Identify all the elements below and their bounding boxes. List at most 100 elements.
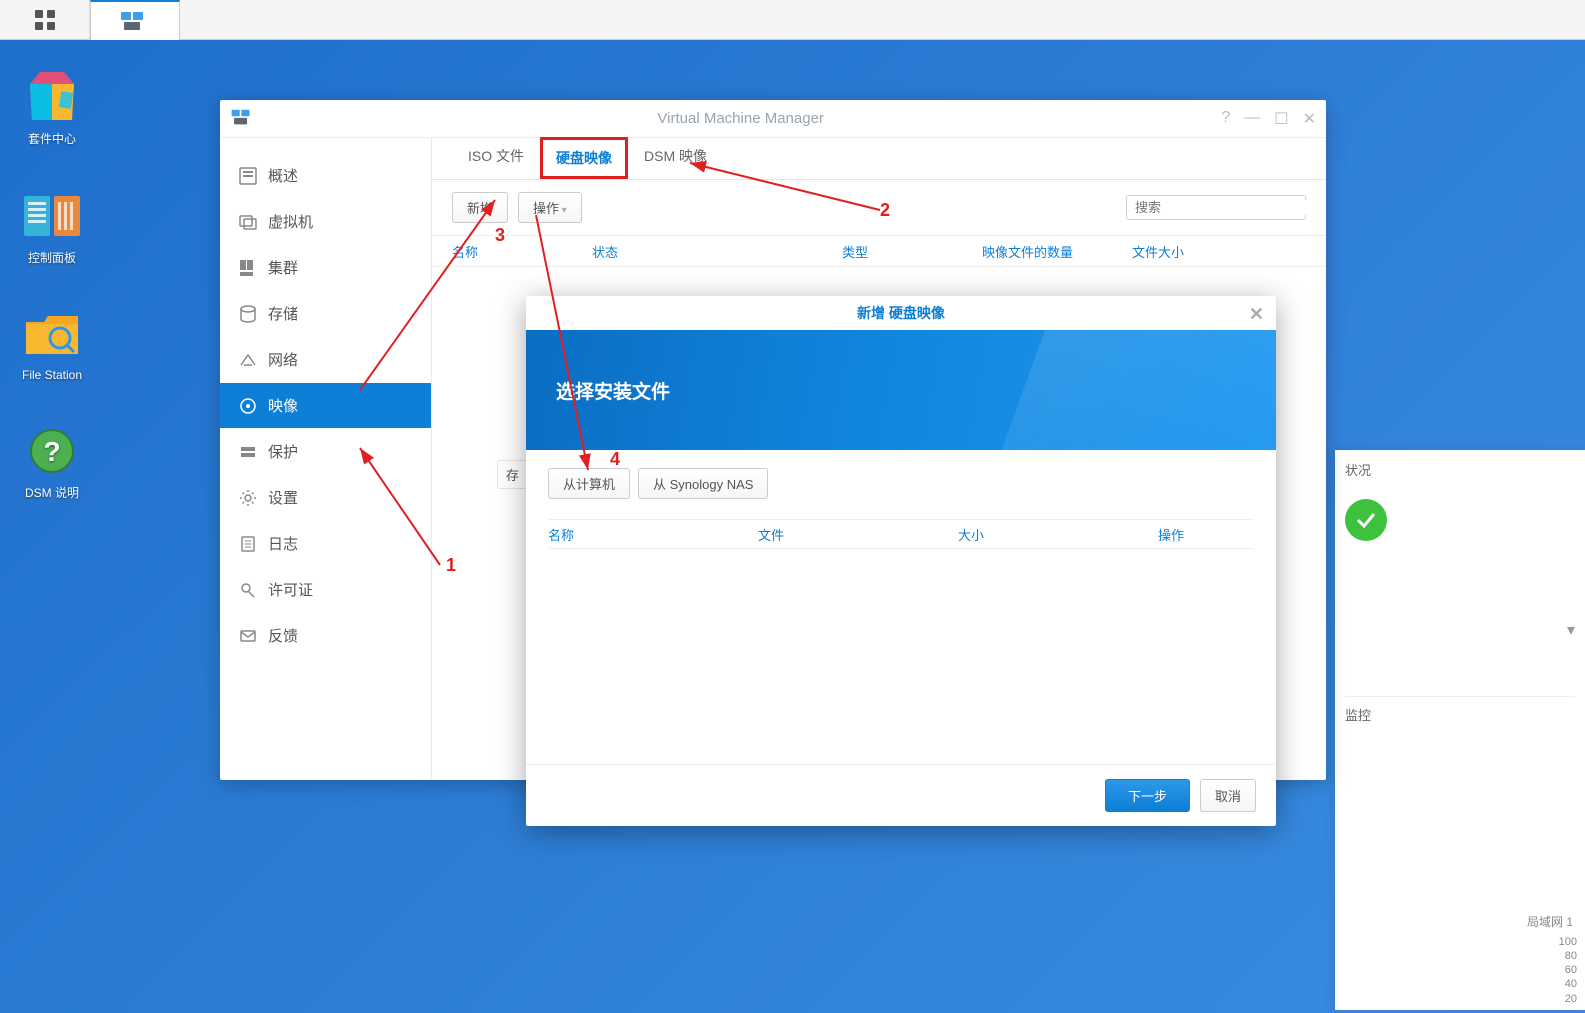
sidebar-item-image[interactable]: 映像 xyxy=(220,383,431,428)
add-disk-image-modal: 新增 硬盘映像 ✕ 选择安装文件 从计算机 从 Synology NAS 名称 … xyxy=(526,296,1276,826)
cancel-button[interactable]: 取消 xyxy=(1200,779,1256,812)
window-header: Virtual Machine Manager ? — ☐ ✕ xyxy=(220,100,1326,138)
from-computer-button[interactable]: 从计算机 xyxy=(548,468,630,499)
tab-iso[interactable]: ISO 文件 xyxy=(452,135,540,179)
sidebar: 概述 虚拟机 集群 存储 网络 映像 xyxy=(220,138,432,780)
table-header: 名称 状态 类型 映像文件的数量 文件大小 xyxy=(432,235,1326,267)
sidebar-item-feedback[interactable]: 反馈 xyxy=(220,613,431,658)
log-icon xyxy=(238,534,258,554)
file-station-icon xyxy=(20,308,84,362)
chart-axis-values: 10080 6040 20 xyxy=(1559,935,1577,1006)
sidebar-label-settings: 设置 xyxy=(268,487,298,508)
modal-title-bar: 新增 硬盘映像 ✕ xyxy=(526,296,1276,330)
desktop-package-center-label: 套件中心 xyxy=(28,130,76,147)
sidebar-label-image: 映像 xyxy=(268,395,298,416)
modal-th-name[interactable]: 名称 xyxy=(548,525,758,544)
window-maximize-icon[interactable]: ☐ xyxy=(1274,109,1288,129)
modal-th-size[interactable]: 大小 xyxy=(958,525,1158,544)
license-icon xyxy=(238,580,258,600)
modal-hero: 选择安装文件 xyxy=(526,330,1276,450)
from-nas-button[interactable]: 从 Synology NAS xyxy=(638,468,768,499)
desktop-file-station[interactable]: File Station xyxy=(20,308,84,382)
status-section-title: 状况 xyxy=(1335,450,1585,489)
sidebar-item-overview[interactable]: 概述 xyxy=(220,153,431,198)
apps-grid-icon xyxy=(33,8,57,32)
gear-icon xyxy=(238,488,258,508)
taskbar-vmm-button[interactable] xyxy=(90,0,180,40)
sidebar-label-cluster: 集群 xyxy=(268,257,298,278)
modal-th-file[interactable]: 文件 xyxy=(758,525,958,544)
sidebar-item-log[interactable]: 日志 xyxy=(220,521,431,566)
modal-table-header: 名称 文件 大小 操作 xyxy=(548,519,1254,549)
vmm-taskbar-icon xyxy=(119,10,151,32)
sidebar-item-license[interactable]: 许可证 xyxy=(220,567,431,612)
monitor-section-title: 监控 xyxy=(1345,696,1575,724)
window-help-icon[interactable]: ? xyxy=(1221,109,1230,129)
status-indicator-icon xyxy=(1345,499,1387,541)
sidebar-label-storage: 存储 xyxy=(268,303,298,324)
storage-icon xyxy=(238,304,258,324)
sidebar-label-network: 网络 xyxy=(268,349,298,370)
network-icon xyxy=(238,350,258,370)
action-dropdown[interactable]: 操作 xyxy=(518,192,582,223)
th-file-count[interactable]: 映像文件的数量 xyxy=(982,242,1132,261)
desktop-dsm-help-label: DSM 说明 xyxy=(25,484,79,501)
th-name[interactable]: 名称 xyxy=(452,242,592,261)
sidebar-item-vm[interactable]: 虚拟机 xyxy=(220,199,431,244)
control-panel-icon xyxy=(20,189,84,243)
window-title: Virtual Machine Manager xyxy=(260,110,1221,127)
network-label: 局域网 1 xyxy=(1527,913,1573,930)
dropdown-indicator-icon[interactable]: ▾ xyxy=(1567,620,1575,640)
sidebar-label-vm: 虚拟机 xyxy=(268,211,313,232)
window-controls: ? — ☐ ✕ xyxy=(1221,109,1316,129)
desktop-control-panel-label: 控制面板 xyxy=(28,249,76,266)
search-box[interactable] xyxy=(1126,195,1306,220)
sidebar-item-settings[interactable]: 设置 xyxy=(220,475,431,520)
sidebar-label-protect: 保护 xyxy=(268,441,298,462)
modal-close-icon[interactable]: ✕ xyxy=(1249,304,1264,325)
th-status[interactable]: 状态 xyxy=(592,242,842,261)
overview-icon xyxy=(238,166,258,186)
desktop-control-panel[interactable]: 控制面板 xyxy=(20,189,84,266)
modal-body: 从计算机 从 Synology NAS 名称 文件 大小 操作 xyxy=(526,450,1276,764)
sidebar-item-cluster[interactable]: 集群 xyxy=(220,245,431,290)
sidebar-item-network[interactable]: 网络 xyxy=(220,337,431,382)
th-type[interactable]: 类型 xyxy=(842,242,982,261)
sidebar-label-overview: 概述 xyxy=(268,165,298,186)
toolbar: 新增 操作 xyxy=(432,180,1326,235)
desktop-icons: 套件中心 控制面板 File Station xyxy=(20,70,84,501)
th-file-size[interactable]: 文件大小 xyxy=(1132,242,1252,261)
modal-hero-title: 选择安装文件 xyxy=(556,377,670,404)
sidebar-label-license: 许可证 xyxy=(268,579,313,600)
search-input[interactable] xyxy=(1135,200,1311,215)
protect-icon xyxy=(238,442,258,462)
sidebar-label-log: 日志 xyxy=(268,533,298,554)
add-button[interactable]: 新增 xyxy=(452,192,508,223)
right-side-panel: 状况 ▾ 监控 局域网 1 10080 6040 20 xyxy=(1335,450,1585,1010)
sidebar-label-feedback: 反馈 xyxy=(268,625,298,646)
package-center-icon xyxy=(20,70,84,124)
tab-disk-image[interactable]: 硬盘映像 xyxy=(540,137,628,179)
modal-title-text: 新增 硬盘映像 xyxy=(857,303,945,323)
modal-th-action[interactable]: 操作 xyxy=(1158,525,1238,544)
window-close-icon[interactable]: ✕ xyxy=(1303,109,1316,129)
taskbar-apps-button[interactable] xyxy=(0,0,90,40)
tabs: ISO 文件 硬盘映像 DSM 映像 xyxy=(432,138,1326,180)
sidebar-item-protect[interactable]: 保护 xyxy=(220,429,431,474)
storage-peek-label: 存 xyxy=(497,460,528,489)
modal-footer: 下一步 取消 xyxy=(526,764,1276,826)
next-button[interactable]: 下一步 xyxy=(1105,779,1190,812)
vm-icon xyxy=(238,212,258,232)
feedback-icon xyxy=(238,626,258,646)
desktop-package-center[interactable]: 套件中心 xyxy=(20,70,84,147)
tab-dsm-image[interactable]: DSM 映像 xyxy=(628,135,723,179)
desktop-dsm-help[interactable]: ? DSM 说明 xyxy=(20,424,84,501)
sidebar-item-storage[interactable]: 存储 xyxy=(220,291,431,336)
window-minimize-icon[interactable]: — xyxy=(1244,109,1260,129)
taskbar xyxy=(0,0,1585,40)
image-icon xyxy=(238,396,258,416)
svg-text:?: ? xyxy=(43,436,60,467)
help-icon: ? xyxy=(20,424,84,478)
window-app-icon xyxy=(230,107,260,130)
desktop-file-station-label: File Station xyxy=(22,368,82,382)
